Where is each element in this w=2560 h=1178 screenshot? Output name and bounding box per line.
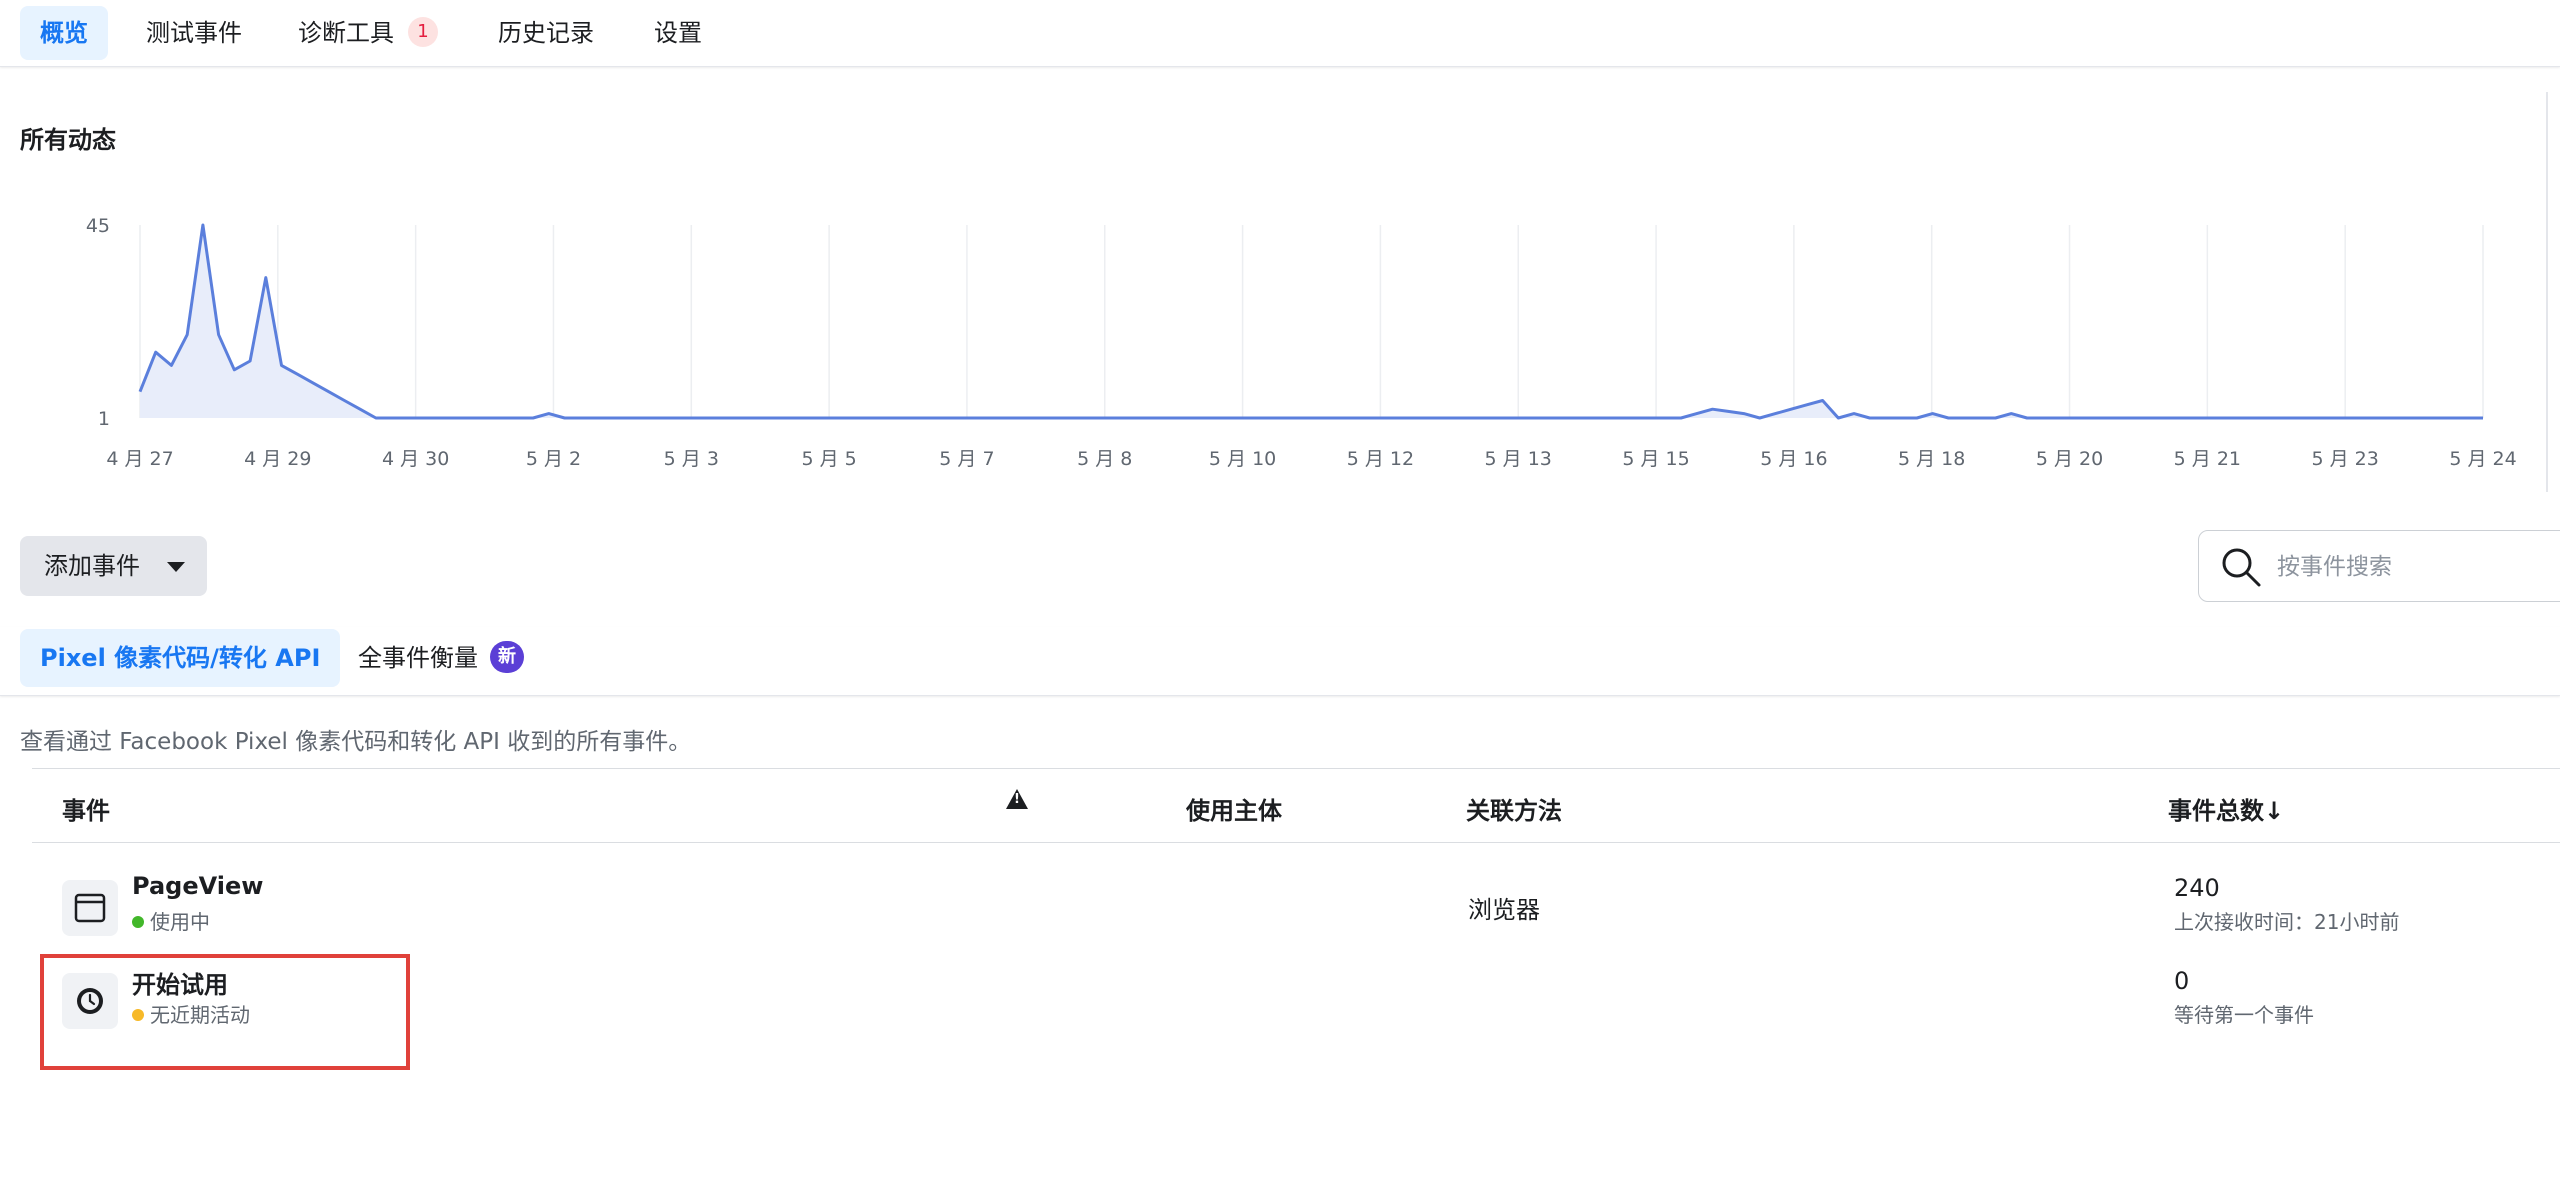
diagnostics-count-badge: 1 — [408, 17, 438, 47]
tab-aggregated-event-measurement[interactable]: 全事件衡量新 — [338, 629, 544, 687]
add-event-button[interactable]: 添加事件 — [20, 536, 207, 596]
x-tick-label: 5 月 10 — [1209, 448, 1276, 470]
tab-label: 诊断工具 — [298, 19, 394, 47]
table-row[interactable]: 开始试用 无近期活动 0 等待第一个事件 — [32, 961, 2560, 1051]
x-tick-label: 5 月 18 — [1898, 448, 1965, 470]
chart-gridlines — [139, 225, 2484, 418]
event-status: 使用中 — [132, 906, 210, 935]
highlight-box — [40, 954, 410, 1070]
search-icon — [2222, 548, 2261, 587]
x-tick-label: 5 月 7 — [939, 448, 994, 470]
x-tick-label: 5 月 5 — [801, 448, 856, 470]
new-badge: 新 — [490, 641, 524, 673]
tab-overview[interactable]: 概览 — [20, 6, 108, 60]
column-header-entity: 使用主体 — [1186, 797, 1282, 825]
activity-chart: 45 1 4 月 27 4 月 29 4 月 30 5 月 2 5 月 3 5 月 5 5 月… — [86, 215, 2517, 470]
events-description: 查看通过 Facebook Pixel 像素代码和转化 API 收到的所有事件。 — [20, 729, 692, 755]
y-tick-label: 45 — [86, 215, 110, 237]
table-row[interactable]: PageView 使用中 浏览器 240 上次接收时间：21小时前 — [32, 868, 2560, 958]
search-input[interactable] — [2275, 545, 2559, 589]
x-tick-label: 5 月 8 — [1077, 448, 1132, 470]
last-received: 上次接收时间：21小时前 — [2174, 910, 2400, 934]
x-tick-label: 5 月 3 — [664, 448, 719, 470]
x-tick-label: 5 月 16 — [1760, 448, 1827, 470]
tab-test-events[interactable]: 测试事件 — [126, 6, 262, 60]
x-tick-label: 5 月 24 — [2449, 448, 2516, 470]
connection-method: 浏览器 — [1468, 896, 1540, 924]
column-header-total-count[interactable]: 事件总数↓ — [2168, 791, 2284, 826]
x-tick-label: 5 月 12 — [1347, 448, 1414, 470]
status-text: 使用中 — [150, 910, 210, 934]
event-total: 0 — [2174, 967, 2190, 995]
x-tick-label: 5 月 20 — [2036, 448, 2103, 470]
x-tick-label: 5 月 23 — [2311, 448, 2378, 470]
tab-label: 全事件衡量 — [358, 644, 478, 672]
tab-label: Pixel 像素代码/转化 API — [40, 644, 321, 672]
chart-x-axis: 4 月 27 4 月 29 4 月 30 5 月 2 5 月 3 5 月 5 5 月 7 5 … — [106, 448, 2516, 470]
events-table-header: 事件 使用主体 关联方法 事件总数↓ — [32, 768, 2560, 843]
tab-pixel-conversions-api[interactable]: Pixel 像素代码/转化 API — [20, 629, 341, 687]
tab-label: 概览 — [40, 19, 88, 47]
x-tick-label: 4 月 27 — [106, 448, 173, 470]
column-header-method: 关联方法 — [1466, 797, 1562, 825]
event-name[interactable]: PageView — [132, 872, 263, 900]
tab-diagnostics[interactable]: 诊断工具 1 — [278, 6, 458, 60]
tab-label: 历史记录 — [498, 19, 594, 47]
source-tab-bar: Pixel 像素代码/转化 API 全事件衡量新 — [0, 627, 2560, 696]
browser-window-icon — [62, 880, 118, 936]
column-header-event: 事件 — [62, 797, 110, 825]
section-title: 所有动态 — [20, 126, 116, 154]
x-tick-label: 5 月 21 — [2174, 448, 2241, 470]
status-dot-active — [132, 915, 144, 928]
chart-area-fill — [140, 225, 2483, 418]
tab-history[interactable]: 历史记录 — [478, 6, 614, 60]
warning-icon — [1006, 789, 1028, 809]
x-tick-label: 4 月 30 — [382, 448, 449, 470]
x-tick-label: 5 月 15 — [1622, 448, 1689, 470]
chart-y-axis: 45 1 — [86, 215, 110, 430]
tab-settings[interactable]: 设置 — [634, 6, 722, 60]
add-event-label: 添加事件 — [44, 552, 140, 580]
waiting-status: 等待第一个事件 — [2174, 1003, 2314, 1027]
top-tab-bar: 概览 测试事件 诊断工具 1 历史记录 设置 — [0, 0, 2560, 67]
tab-label: 设置 — [654, 19, 702, 47]
x-tick-label: 5 月 2 — [526, 448, 581, 470]
x-tick-label: 5 月 13 — [1485, 448, 1552, 470]
tab-label: 测试事件 — [146, 19, 242, 47]
event-search[interactable] — [2198, 530, 2560, 602]
x-tick-label: 4 月 29 — [244, 448, 311, 470]
chart-series-line — [138, 223, 2483, 420]
y-tick-label: 1 — [98, 408, 110, 430]
caret-down-icon — [167, 562, 185, 572]
event-total: 240 — [2174, 874, 2220, 902]
